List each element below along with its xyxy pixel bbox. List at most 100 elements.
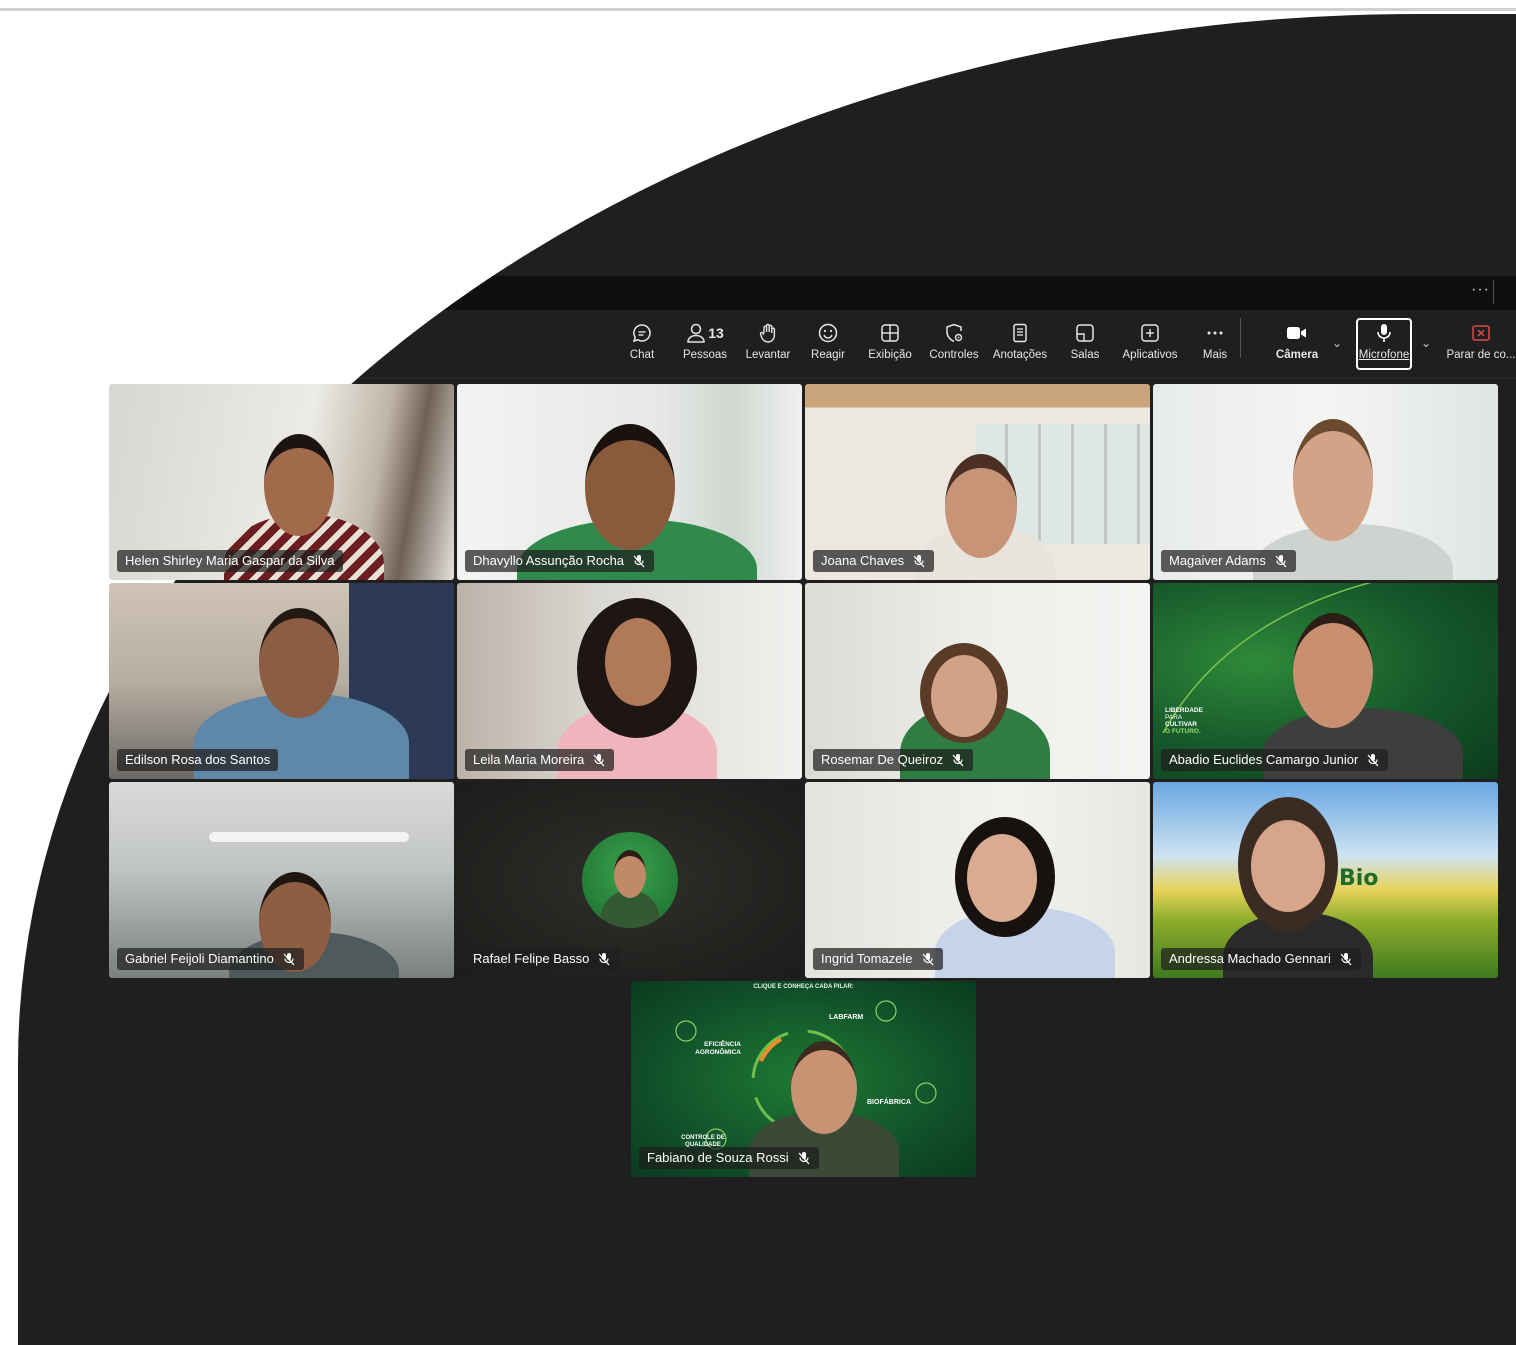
pillar-label: LABFARM: [829, 1014, 864, 1021]
participant-head: [967, 834, 1037, 922]
participant-name: Abadio Euclides Camargo Junior: [1169, 752, 1359, 767]
controls-button[interactable]: Controles: [926, 320, 982, 372]
video-tile[interactable]: Dhavyllo Assunção Rocha: [457, 384, 802, 580]
people-label: Pessoas: [682, 349, 728, 361]
participant-name: Andressa Machado Gennari: [1169, 951, 1331, 966]
participant-nametag: Ingrid Tomazele: [813, 948, 943, 970]
mic-off-icon: [632, 554, 646, 568]
rooms-label: Salas: [1070, 349, 1100, 361]
smile-icon: [817, 320, 839, 346]
notes-label: Anotações: [992, 349, 1048, 361]
more-button[interactable]: Mais: [1200, 320, 1230, 372]
toolbar-divider: [1240, 318, 1241, 358]
slogan-line: LIBERDADE: [1165, 707, 1203, 714]
stop-share-icon: [1470, 320, 1492, 346]
more-label: Mais: [1202, 349, 1228, 361]
chat-icon: [631, 320, 653, 346]
participant-name: Rafael Felipe Basso: [473, 951, 590, 966]
video-tile[interactable]: Gabriel Feijoli Diamantino: [109, 782, 454, 978]
rooms-button[interactable]: Salas: [1068, 320, 1102, 372]
stop-sharing-button[interactable]: Parar de co...: [1446, 320, 1516, 372]
participant-head: [791, 1041, 857, 1134]
slogan-line: O FUTURO.: [1165, 728, 1201, 735]
video-tile[interactable]: Helen Shirley Maria Gaspar da Silva: [109, 384, 454, 580]
participant-head: [585, 424, 675, 550]
microphone-icon: [1373, 320, 1395, 346]
people-icon: [687, 323, 705, 343]
ceiling-light: [209, 832, 409, 842]
participant-head: [264, 434, 334, 536]
camera-options-chevron-down-icon[interactable]: ⌄: [1332, 336, 1342, 350]
background-logo: Bio: [1339, 866, 1379, 891]
video-tile[interactable]: Magaiver Adams: [1153, 384, 1498, 580]
pillar-label: BIOFÁBRICA: [867, 1099, 911, 1106]
view-label: Exibição: [868, 349, 912, 361]
video-tile[interactable]: Ingrid Tomazele: [805, 782, 1150, 978]
participant-name: Leila Maria Moreira: [473, 752, 585, 767]
participant-nametag: Gabriel Feijoli Diamantino: [117, 948, 304, 970]
video-tile[interactable]: Edilson Rosa dos Santos: [109, 583, 454, 779]
participant-head: [1293, 613, 1373, 728]
mic-off-icon: [921, 952, 935, 966]
people-icon-wrap: 13: [686, 320, 724, 346]
react-label: Reagir: [811, 349, 845, 361]
people-count: 13: [708, 325, 724, 341]
video-tile[interactable]: Rosemar De Queiroz: [805, 583, 1150, 779]
participant-name: Fabiano de Souza Rossi: [647, 1150, 789, 1165]
participant-nametag: Helen Shirley Maria Gaspar da Silva: [117, 550, 343, 572]
mic-off-icon: [912, 554, 926, 568]
participant-head: [1293, 419, 1373, 541]
view-button[interactable]: Exibição: [866, 320, 914, 372]
mic-off-icon: [1366, 753, 1380, 767]
video-tile[interactable]: Joana Chaves: [805, 384, 1150, 580]
mic-off-icon: [951, 753, 965, 767]
participant-name: Edilson Rosa dos Santos: [125, 752, 271, 767]
participant-name: Rosemar De Queiroz: [821, 752, 944, 767]
participant-nametag: Dhavyllo Assunção Rocha: [465, 550, 655, 572]
ellipsis-icon: [1204, 320, 1226, 346]
participant-nametag: Fabiano de Souza Rossi: [639, 1147, 819, 1169]
participant-head: [605, 618, 671, 706]
participant-head: [931, 655, 997, 737]
participant-nametag: Andressa Machado Gennari: [1161, 948, 1361, 970]
camera-label: Câmera: [1275, 349, 1319, 361]
more-options-icon[interactable]: ···: [1471, 281, 1490, 299]
video-tile[interactable]: Bio Andressa Machado Gennari: [1153, 782, 1498, 978]
video-tile[interactable]: LIBERDADE PARA CULTIVAR O FUTURO. Abadio…: [1153, 583, 1498, 779]
background-slogan: LIBERDADE PARA CULTIVAR O FUTURO.: [1165, 707, 1203, 735]
notes-icon: [1009, 320, 1031, 346]
controls-label: Controles: [929, 349, 979, 361]
participant-head: [1251, 820, 1325, 912]
participant-nametag: Rafael Felipe Basso: [465, 948, 620, 970]
participant-name: Joana Chaves: [821, 553, 905, 568]
react-button[interactable]: Reagir: [808, 320, 848, 372]
mic-off-icon: [1274, 554, 1288, 568]
mic-off-icon: [797, 1151, 811, 1165]
mic-off-icon: [597, 952, 611, 966]
add-app-icon: [1139, 320, 1161, 346]
slogan-line: PARA: [1165, 714, 1183, 721]
microphone-options-chevron-down-icon[interactable]: ⌄: [1421, 336, 1431, 350]
participant-nametag: Abadio Euclides Camargo Junior: [1161, 749, 1389, 771]
camera-button[interactable]: Câmera: [1274, 320, 1320, 372]
video-tile[interactable]: Leila Maria Moreira: [457, 583, 802, 779]
avatar-head: [614, 850, 646, 898]
apps-button[interactable]: Aplicativos: [1120, 320, 1180, 372]
pillar-label: EFICIÊNCIA AGRONÔMICA: [695, 1041, 741, 1056]
participant-nametag: Rosemar De Queiroz: [813, 749, 974, 771]
notes-button[interactable]: Anotações: [990, 320, 1050, 372]
raise-hand-button[interactable]: Levantar: [742, 320, 794, 372]
participant-name: Ingrid Tomazele: [821, 951, 913, 966]
participant-nametag: Leila Maria Moreira: [465, 749, 615, 771]
participant-name: Magaiver Adams: [1169, 553, 1266, 568]
mic-off-icon: [282, 952, 296, 966]
title-divider: [1493, 280, 1494, 304]
hand-icon: [757, 320, 779, 346]
video-tile[interactable]: CLIQUE E CONHEÇA CADA PILAR: LABFARM EFI…: [631, 981, 976, 1177]
people-button[interactable]: 13 Pessoas: [680, 320, 730, 372]
microphone-button[interactable]: Microfone: [1358, 320, 1410, 372]
chat-button[interactable]: Chat: [623, 320, 661, 372]
video-tile[interactable]: Rafael Felipe Basso: [457, 782, 802, 978]
mic-off-icon: [1339, 952, 1353, 966]
microphone-label: Microfone: [1358, 349, 1410, 361]
